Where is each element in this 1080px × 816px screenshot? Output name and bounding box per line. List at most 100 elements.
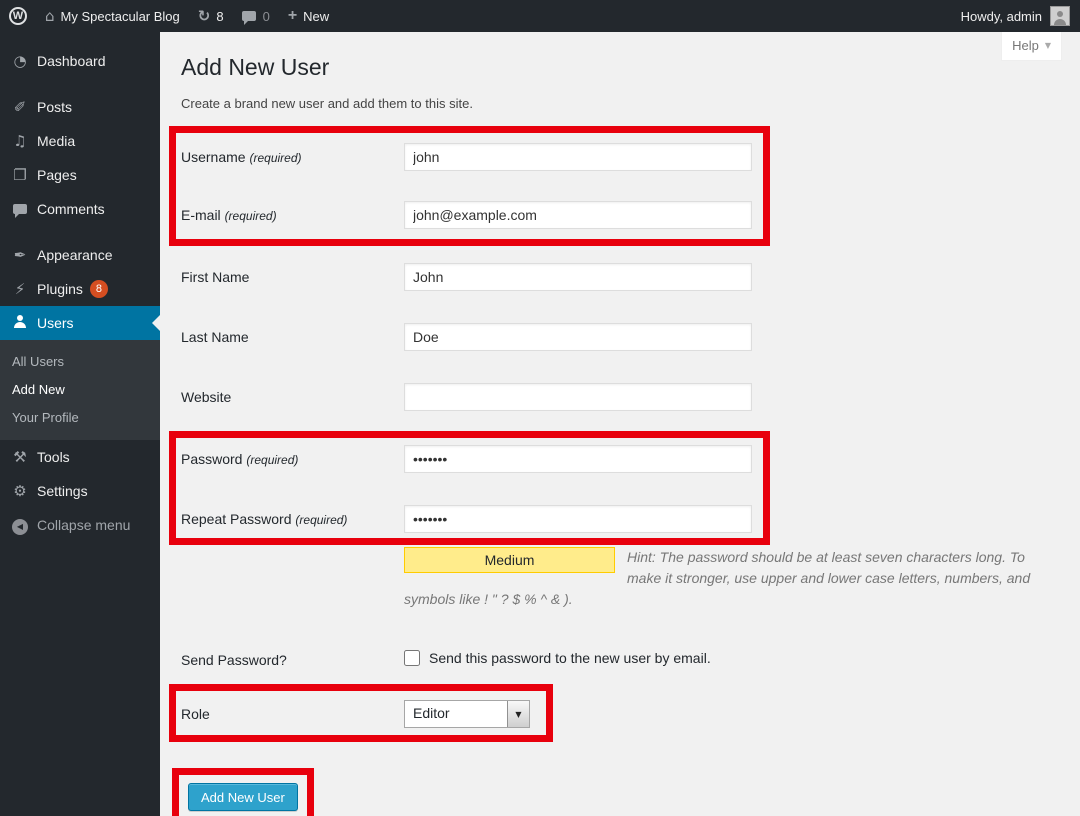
role-row: Role Editor ▼ xyxy=(181,700,546,728)
wrench-icon: ⚒ xyxy=(11,448,29,466)
username-label: Username (required) xyxy=(181,143,404,165)
sidebar-item-pages[interactable]: ❐ Pages xyxy=(0,158,160,192)
last-name-row: Last Name xyxy=(181,323,1060,351)
send-password-row: Send Password? Send this password to the… xyxy=(181,646,1060,668)
page-title: Add New User xyxy=(181,52,1060,82)
first-name-row: First Name xyxy=(181,263,1060,291)
pages-icon: ❐ xyxy=(11,166,29,184)
email-row: E-mail (required) xyxy=(181,201,763,229)
howdy-account-link[interactable]: Howdy, admin xyxy=(961,9,1042,24)
sidebar-item-tools[interactable]: ⚒ Tools xyxy=(0,440,160,474)
dashboard-icon: ◔ xyxy=(11,52,29,70)
annotation-box-password: Password (required) Repeat Password (req… xyxy=(169,431,770,545)
repeat-password-label: Repeat Password (required) xyxy=(181,505,404,527)
wordpress-logo-icon: W xyxy=(9,7,27,25)
comment-bubble-icon xyxy=(242,11,256,21)
comments-icon xyxy=(11,200,29,218)
updates-icon: ↻ xyxy=(198,7,211,25)
sidebar-item-label: Settings xyxy=(37,483,88,499)
password-label: Password (required) xyxy=(181,445,404,467)
sidebar-item-dashboard[interactable]: ◔ Dashboard xyxy=(0,44,160,78)
send-password-option: Send this password to the new user by em… xyxy=(404,646,711,666)
admin-bar-left: W ⌂ My Spectacular Blog ↻ 8 0 + New xyxy=(0,0,338,32)
username-input[interactable] xyxy=(404,143,752,171)
username-row: Username (required) xyxy=(181,143,763,171)
submenu-item-add-new[interactable]: Add New xyxy=(0,375,160,403)
plugins-update-badge: 8 xyxy=(90,280,108,298)
name-rows: First Name Last Name Website xyxy=(181,263,1060,411)
sidebar-item-label: Users xyxy=(37,315,74,331)
role-select[interactable]: Editor ▼ xyxy=(404,700,530,728)
password-input[interactable] xyxy=(404,445,752,473)
submenu-item-your-profile[interactable]: Your Profile xyxy=(0,403,160,431)
sidebar-item-media[interactable]: ♫ Media xyxy=(0,124,160,158)
sidebar-item-posts[interactable]: ✐ Posts xyxy=(0,90,160,124)
page-subtitle: Create a brand new user and add them to … xyxy=(181,96,1060,111)
sidebar-item-label: Pages xyxy=(37,167,77,183)
pushpin-icon: ✐ xyxy=(11,98,29,116)
admin-bar-right: Howdy, admin xyxy=(961,6,1080,26)
site-name-link[interactable]: ⌂ My Spectacular Blog xyxy=(36,0,189,32)
plus-icon: + xyxy=(288,7,297,25)
avatar-person-icon xyxy=(1053,11,1067,25)
website-label: Website xyxy=(181,383,404,405)
email-input[interactable] xyxy=(404,201,752,229)
last-name-input[interactable] xyxy=(404,323,752,351)
annotation-box-submit: Add New User xyxy=(172,768,314,816)
settings-icon: ⚙ xyxy=(11,482,29,500)
password-hint-area: Medium Hint: The password should be at l… xyxy=(404,547,1032,610)
sidebar-item-label: Appearance xyxy=(37,247,113,263)
send-password-label: Send Password? xyxy=(181,646,404,668)
sidebar-item-label: Posts xyxy=(37,99,72,115)
sidebar-item-label: Plugins xyxy=(37,281,83,297)
users-icon xyxy=(11,314,29,332)
email-label: E-mail (required) xyxy=(181,201,404,223)
admin-bar: W ⌂ My Spectacular Blog ↻ 8 0 + New Howd… xyxy=(0,0,1080,32)
help-label: Help xyxy=(1012,38,1039,53)
password-row: Password (required) xyxy=(181,445,763,473)
website-row: Website xyxy=(181,383,1060,411)
updates-link[interactable]: ↻ 8 xyxy=(189,0,233,32)
site-name-label: My Spectacular Blog xyxy=(61,9,180,24)
first-name-input[interactable] xyxy=(404,263,752,291)
password-strength-meter: Medium xyxy=(404,547,615,573)
comments-count: 0 xyxy=(263,9,270,24)
sidebar-item-appearance[interactable]: ✒ Appearance xyxy=(0,238,160,272)
menu-separator xyxy=(0,78,160,90)
send-password-checkbox-label: Send this password to the new user by em… xyxy=(429,650,711,666)
repeat-password-row: Repeat Password (required) xyxy=(181,505,763,533)
add-new-user-button[interactable]: Add New User xyxy=(188,783,298,811)
collapse-arrow-icon: ◀ xyxy=(11,515,29,535)
sidebar-item-comments[interactable]: Comments xyxy=(0,192,160,226)
admin-sidebar: ◔ Dashboard ✐ Posts ♫ Media ❐ Pages Comm… xyxy=(0,32,160,816)
main-content: Help ▼ Add New User Create a brand new u… xyxy=(160,32,1080,816)
sidebar-item-label: Comments xyxy=(37,201,105,217)
updates-count: 8 xyxy=(216,9,223,24)
sidebar-item-users[interactable]: Users xyxy=(0,306,160,340)
sidebar-item-settings[interactable]: ⚙ Settings xyxy=(0,474,160,508)
first-name-label: First Name xyxy=(181,263,404,285)
appearance-icon: ✒ xyxy=(11,246,29,264)
comments-link[interactable]: 0 xyxy=(233,0,279,32)
wordpress-menu[interactable]: W xyxy=(0,0,36,32)
website-input[interactable] xyxy=(404,383,752,411)
last-name-label: Last Name xyxy=(181,323,404,345)
role-selected-value: Editor xyxy=(405,701,507,727)
chevron-down-icon: ▼ xyxy=(1045,41,1051,50)
repeat-password-input[interactable] xyxy=(404,505,752,533)
collapse-menu-label: Collapse menu xyxy=(37,517,130,533)
new-content-menu[interactable]: + New xyxy=(279,0,338,32)
select-dropdown-button[interactable]: ▼ xyxy=(507,701,529,727)
annotation-box-role: Role Editor ▼ xyxy=(169,684,553,742)
send-password-checkbox[interactable] xyxy=(404,650,420,666)
sidebar-item-label: Tools xyxy=(37,449,70,465)
menu-separator xyxy=(0,32,160,44)
menu-separator xyxy=(0,226,160,238)
sidebar-item-label: Dashboard xyxy=(37,53,106,69)
collapse-menu-button[interactable]: ◀ Collapse menu xyxy=(0,508,160,542)
user-avatar[interactable] xyxy=(1050,6,1070,26)
submenu-item-all-users[interactable]: All Users xyxy=(0,347,160,375)
help-button[interactable]: Help ▼ xyxy=(1001,32,1062,61)
users-submenu: All Users Add New Your Profile xyxy=(0,340,160,440)
sidebar-item-plugins[interactable]: ⚡ Plugins 8 xyxy=(0,272,160,306)
